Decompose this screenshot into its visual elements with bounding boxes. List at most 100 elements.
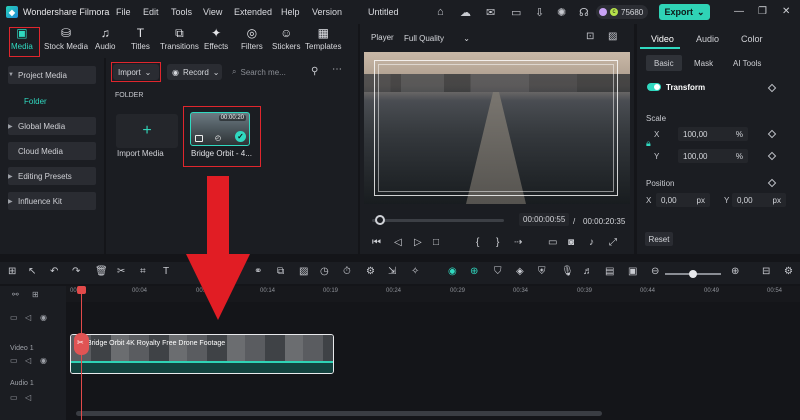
filter-icon[interactable]: ⚲ (311, 66, 318, 77)
credits-badge[interactable]: c 75680 (596, 5, 648, 19)
bulb-icon[interactable]: ✺ (557, 6, 566, 19)
gift-icon[interactable]: ⌂ (437, 6, 444, 18)
timer-icon[interactable]: ⏱ (343, 266, 351, 277)
zoom-slider[interactable] (665, 270, 721, 278)
delete-icon[interactable]: 🗑︎ (95, 266, 108, 277)
close-icon[interactable]: ✕ (782, 6, 790, 17)
transform-toggle[interactable] (647, 83, 661, 91)
pos-y-field[interactable]: 0,00 px (732, 193, 786, 207)
search-input[interactable]: ⌕ Search me... (232, 64, 304, 80)
mark-icon[interactable]: ⛉ (494, 266, 502, 277)
tab-stickers[interactable]: ☺ Stickers (272, 26, 300, 56)
tab-effects[interactable]: ✦ Effects (204, 26, 228, 56)
zoom-out-icon[interactable]: ⊖ (651, 266, 659, 277)
motion-icon[interactable]: ⚙ (366, 266, 375, 277)
render-icon[interactable]: ⇢ (514, 237, 522, 248)
zoom-slider-knob[interactable] (689, 270, 697, 278)
menu-file[interactable]: File (116, 7, 131, 17)
speed-icon[interactable]: ◷ (320, 266, 329, 277)
split-handle[interactable]: ✂ (74, 333, 89, 355)
track-options-icon[interactable]: ⊟ (762, 266, 770, 277)
tab-templates[interactable]: ▦ Templates (305, 26, 341, 56)
audio-mix-icon[interactable]: ♬ (583, 266, 593, 277)
nav-global-media[interactable]: ▶ Global Media (8, 117, 96, 135)
headset-icon[interactable]: ☊ (579, 6, 589, 19)
text-icon[interactable]: T (163, 266, 169, 277)
picture-in-picture-icon[interactable]: ▣ (628, 266, 637, 277)
mark-out-icon[interactable]: } (496, 237, 499, 248)
redo-icon[interactable]: ↷ (72, 266, 80, 277)
monitor-icon[interactable]: ▭ (548, 237, 557, 248)
render-preview-icon[interactable]: ◉ (448, 266, 457, 277)
image-edit-icon[interactable]: ▨ (299, 266, 308, 277)
quality-select[interactable]: Full Quality ⌄ (399, 30, 475, 46)
eye-icon[interactable]: ◉ (40, 313, 47, 322)
cloud-upload-icon[interactable]: ☁ (460, 6, 471, 19)
keyframe-icon[interactable]: ◈ (516, 266, 524, 277)
timeline-ruler[interactable]: 00:00 00:04 00:09 00:14 00:19 00:24 00:2… (0, 286, 800, 302)
pos-x-field[interactable]: 0,00 px (656, 193, 710, 207)
zoom-in-icon[interactable]: ⊕ (731, 266, 739, 277)
subtitle-icon[interactable]: ▤ (605, 266, 614, 277)
video-preview[interactable] (364, 52, 630, 204)
stop-icon[interactable]: □ (433, 237, 439, 248)
nav-cloud-media[interactable]: Cloud Media (8, 142, 96, 160)
camera-icon[interactable]: ◙ (568, 237, 574, 248)
add-track-icon[interactable]: ⊞ (32, 290, 39, 299)
snapshot-icon[interactable]: ⊡ (586, 31, 594, 42)
magnet-snap-icon[interactable]: ⊕ (470, 266, 478, 277)
maximize-icon[interactable]: ❐ (758, 6, 767, 17)
timeline-horizontal-scrollbar[interactable] (76, 411, 602, 416)
tab-audio-props[interactable]: Audio (696, 34, 719, 44)
reset-button[interactable]: Reset (645, 232, 673, 246)
record-dropdown[interactable]: ◉ Record ⌄ (167, 64, 222, 80)
tab-titles[interactable]: T Titles (131, 26, 150, 56)
menu-help[interactable]: Help (281, 7, 300, 17)
speaker-icon[interactable]: ◁ (25, 356, 31, 365)
link-icon[interactable]: ⚯ (12, 290, 19, 299)
nav-editing-presets[interactable]: ▶ Editing Presets (8, 167, 96, 185)
resize-icon[interactable]: ⇲ (388, 266, 396, 277)
eye-icon[interactable]: ◉ (40, 356, 47, 365)
layout-icon[interactable]: ▭ (511, 6, 521, 19)
lock-icon[interactable]: 🔒︎ (646, 138, 651, 149)
scale-y-field[interactable]: 100,00% (678, 149, 748, 163)
folder-track-icon[interactable]: ▭ (10, 356, 18, 365)
download-icon[interactable]: ⇩ (535, 6, 544, 19)
more-icon[interactable]: ⋯ (332, 64, 342, 75)
speaker-icon[interactable]: ◁ (25, 393, 31, 402)
microphone-icon[interactable]: 🎙︎ (561, 266, 574, 277)
layers-icon[interactable]: ⧉ (277, 266, 284, 277)
settings-icon[interactable]: ⚙ (784, 266, 793, 277)
tab-filters[interactable]: ◎ Filters (241, 26, 263, 56)
tab-video[interactable]: Video (651, 34, 674, 44)
chat-icon[interactable]: ✉ (486, 6, 495, 19)
volume-icon[interactable]: ♪ (589, 237, 594, 248)
minimize-icon[interactable]: — (734, 6, 744, 17)
playback-scrubber[interactable] (372, 215, 504, 225)
crop-icon[interactable]: ⌗ (140, 266, 146, 277)
previous-frame-icon[interactable]: ⏮ (372, 237, 381, 248)
menu-extended[interactable]: Extended (234, 7, 272, 17)
subtab-mask[interactable]: Mask (686, 55, 721, 71)
folder-track-icon[interactable]: ▭ (10, 313, 18, 322)
timeline-video-clip[interactable]: Bridge Orbit 4K Royalty Free Drone Foota… (70, 334, 334, 374)
subtab-ai-tools[interactable]: AI Tools (725, 55, 769, 71)
scale-x-field[interactable]: 100,00% (678, 127, 748, 141)
shield-icon[interactable]: ⛨ (538, 266, 546, 277)
menu-edit[interactable]: Edit (143, 7, 159, 17)
auto-icon[interactable]: ✧ (411, 266, 419, 277)
select-tool-icon[interactable]: ↖ (28, 266, 36, 277)
play-icon[interactable]: ▷ (414, 237, 422, 248)
fullscreen-icon[interactable]: ⤢ (609, 237, 617, 248)
menu-version[interactable]: Version (312, 7, 342, 17)
import-media-tile[interactable]: + (116, 114, 178, 148)
nav-folder[interactable]: Folder (8, 92, 96, 110)
split-scissors-icon[interactable]: ✂ (117, 266, 125, 277)
folder-track-icon[interactable]: ▭ (10, 393, 18, 402)
playhead-handle[interactable] (77, 286, 86, 294)
scrubber-knob[interactable] (375, 215, 385, 225)
tab-stock-media[interactable]: ⛁ Stock Media (44, 26, 88, 56)
color-icon[interactable]: ⚭ (254, 266, 262, 277)
play-back-icon[interactable]: ◁ (394, 237, 402, 248)
